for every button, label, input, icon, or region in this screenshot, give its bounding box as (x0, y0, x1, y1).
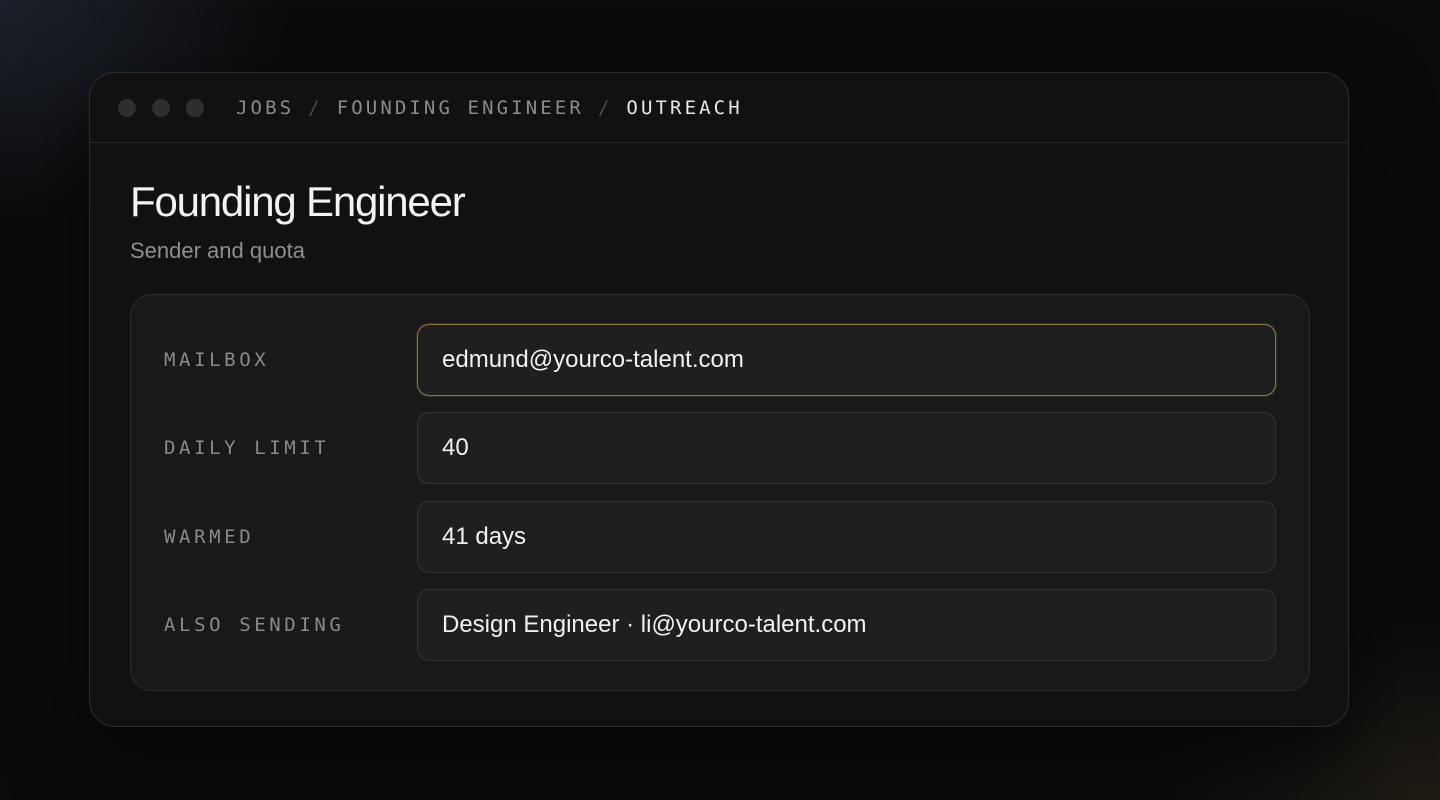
breadcrumb-item-jobs[interactable]: JOBS (236, 97, 294, 119)
warmed-field[interactable]: 41 days (417, 501, 1276, 573)
warmed-row: WARMED 41 days (131, 501, 1309, 573)
breadcrumb-separator: / (597, 97, 613, 119)
close-dot-icon[interactable] (118, 98, 136, 117)
breadcrumb-separator: / (308, 97, 323, 119)
daily-limit-field[interactable]: 40 (417, 412, 1276, 484)
daily-limit-label: DAILY LIMIT (164, 437, 330, 459)
sender-settings-card: MAILBOX edmund@yourco-talent.com DAILY L… (130, 294, 1310, 691)
breadcrumb-item-outreach: OUTREACH (626, 97, 743, 119)
also-sending-label: ALSO SENDING (164, 614, 345, 636)
mailbox-field[interactable]: edmund@yourco-talent.com (417, 324, 1276, 396)
window-controls (118, 98, 204, 117)
breadcrumb: JOBS / FOUNDING ENGINEER / OUTREACH (236, 73, 743, 143)
title-bar: JOBS / FOUNDING ENGINEER / OUTREACH (90, 73, 1348, 143)
mailbox-label: MAILBOX (164, 349, 270, 371)
page-subtitle: Sender and quota (130, 238, 305, 263)
zoom-dot-icon[interactable] (186, 98, 204, 117)
minimize-dot-icon[interactable] (152, 98, 170, 117)
mailbox-row: MAILBOX edmund@yourco-talent.com (131, 324, 1309, 396)
breadcrumb-item-founding-engineer[interactable]: FOUNDING ENGINEER (337, 97, 584, 119)
page-title: Founding Engineer (130, 178, 466, 225)
also-sending-row: ALSO SENDING Design Engineer · li@yourco… (131, 589, 1309, 661)
daily-limit-row: DAILY LIMIT 40 (131, 412, 1309, 484)
warmed-label: WARMED (164, 526, 255, 548)
also-sending-field[interactable]: Design Engineer · li@yourco-talent.com (417, 589, 1276, 661)
